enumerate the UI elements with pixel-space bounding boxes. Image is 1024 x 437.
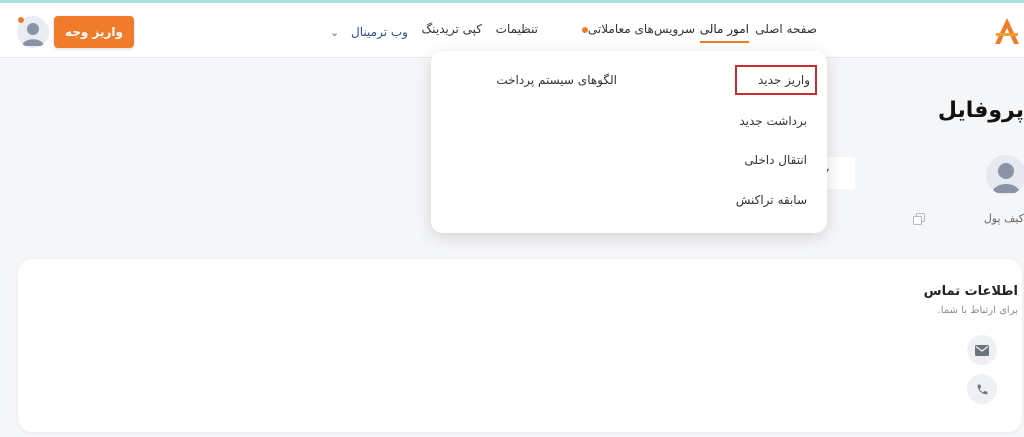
web-terminal-label: وب ترمینال <box>351 25 408 39</box>
menu-item-new-deposit[interactable]: واریز جدید <box>758 72 810 88</box>
page-title: پروفایل <box>937 98 1024 123</box>
menu-item-new-withdraw[interactable]: برداشت جدید <box>739 113 807 129</box>
phone-button[interactable] <box>967 374 997 404</box>
email-button[interactable] <box>967 335 997 365</box>
nav-trade-services-label: سرویس‌های معاملاتی <box>587 22 695 36</box>
user-avatar-icon <box>992 163 1020 193</box>
deposit-button[interactable]: واریز وجه <box>54 16 134 48</box>
nav-web-terminal[interactable]: وب ترمینال ⌄ <box>330 22 408 43</box>
copy-icon[interactable] <box>913 213 925 225</box>
menu-item-internal-transfer[interactable]: انتقال داخلی <box>744 152 807 168</box>
profile-field-fragment <box>827 157 855 189</box>
avatar-status-dot <box>18 17 24 23</box>
chevron-down-icon: ⌄ <box>330 26 340 39</box>
wallet-label: کیف پول <box>983 212 1024 225</box>
finance-dropdown-menu: واریز جدید الگوهای سیستم پرداخت برداشت ج… <box>431 51 827 233</box>
phone-icon <box>977 384 987 394</box>
nav-trade-services[interactable]: سرویس‌های معاملاتی <box>576 19 695 39</box>
nav-copy-trading[interactable]: کپی تریدینگ <box>422 19 482 39</box>
profile-avatar[interactable] <box>986 155 1024 195</box>
nav-home[interactable]: صفحه اصلی <box>755 19 817 39</box>
menu-item-payment-patterns[interactable]: الگوهای سیستم پرداخت <box>496 72 617 88</box>
contact-info-card: اطلاعات تماس برای ارتباط با شما. <box>18 259 1022 432</box>
nav-settings[interactable]: تنظیمات <box>496 19 538 39</box>
nav-finance[interactable]: امور مالی <box>699 19 749 43</box>
contact-subtitle: برای ارتباط با شما. <box>937 305 1018 316</box>
brand-logo-icon[interactable] <box>992 16 1022 46</box>
contact-title: اطلاعات تماس <box>923 284 1018 299</box>
email-icon <box>975 344 989 356</box>
top-header: صفحه اصلی امور مالی سرویس‌های معاملاتی ت… <box>0 3 1024 58</box>
menu-item-transaction-history[interactable]: سابقه تراکنش <box>736 192 807 208</box>
